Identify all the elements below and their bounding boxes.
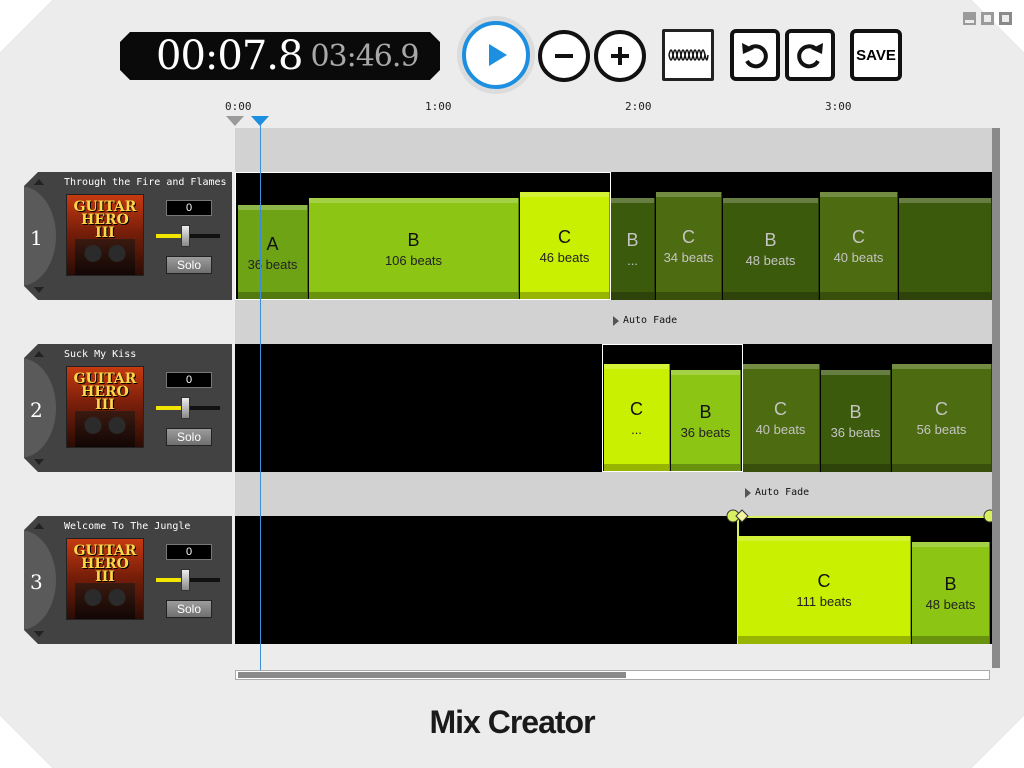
minimize-icon[interactable] [963, 12, 976, 25]
segment[interactable]: C 111 beats [738, 536, 911, 644]
save-button[interactable]: SAVE [850, 29, 902, 81]
waveform-icon [668, 49, 709, 61]
fade-handle-icon[interactable] [726, 508, 750, 524]
segment[interactable]: C 34 beats [656, 192, 722, 300]
auto-fade-2[interactable]: Auto Fade [745, 487, 809, 498]
track-up-icon[interactable] [34, 523, 44, 529]
plus-icon [611, 47, 629, 65]
waveform-button[interactable] [662, 29, 714, 81]
slider-handle[interactable] [180, 225, 190, 247]
undo-button[interactable] [730, 29, 780, 81]
segment[interactable]: C... [604, 364, 670, 472]
slider-handle[interactable] [180, 397, 190, 419]
album-cover: GUITAR HERO III [66, 366, 144, 448]
maximize-icon[interactable] [981, 12, 994, 25]
auto-fade-1[interactable]: Auto Fade [613, 315, 677, 326]
minus-icon [555, 54, 573, 58]
volume-value: 0 [166, 372, 212, 388]
fade-arrow-icon [613, 315, 619, 326]
time-display: 00:07.8 03:46.9 [120, 32, 440, 80]
album-cover: GUITAR HERO III [66, 194, 144, 276]
track-name: Through the Fire and Flames [64, 177, 227, 188]
cover-logo: GUITAR HERO III [73, 371, 137, 413]
track-down-icon[interactable] [34, 287, 44, 293]
track-up-icon[interactable] [34, 351, 44, 357]
track-up-icon[interactable] [34, 179, 44, 185]
segment[interactable] [899, 198, 992, 300]
zoom-out-button[interactable] [538, 30, 590, 82]
zoom-in-button[interactable] [594, 30, 646, 82]
volume-value: 0 [166, 200, 212, 216]
volume-slider[interactable] [156, 397, 220, 419]
current-time: 00:07.8 [156, 33, 303, 79]
segment[interactable]: B 48 beats [912, 542, 990, 644]
volume-slider[interactable] [156, 569, 220, 591]
play-icon [489, 44, 507, 66]
segment[interactable]: B 36 beats [671, 370, 741, 472]
segment[interactable]: C 40 beats [820, 192, 898, 300]
segment[interactable]: C 40 beats [742, 364, 820, 472]
segment[interactable]: B 36 beats [821, 370, 891, 472]
redo-button[interactable] [785, 29, 835, 81]
segment[interactable]: C 46 beats [520, 192, 610, 300]
track-lane-2: C... B 36 beats C 40 beats B 36 beats C 56 b… [235, 344, 992, 472]
close-icon[interactable] [999, 12, 1012, 25]
cover-logo: GUITAR HERO III [73, 543, 137, 585]
segment[interactable]: B 48 beats [723, 198, 819, 300]
track-number: 3 [30, 570, 43, 594]
start-marker[interactable] [226, 116, 244, 126]
playhead-line[interactable] [260, 124, 261, 672]
track-name: Welcome To The Jungle [64, 521, 191, 532]
track-down-icon[interactable] [34, 459, 44, 465]
volume-slider[interactable] [156, 225, 220, 247]
horizontal-scrollbar[interactable] [235, 670, 990, 680]
track-number: 1 [30, 226, 43, 250]
slider-handle[interactable] [180, 569, 190, 591]
track-header-3: 3 Welcome To The Jungle GUITAR HERO III … [24, 516, 232, 644]
app-title: Mix Creator [429, 704, 595, 740]
album-cover: GUITAR HERO III [66, 538, 144, 620]
window-controls [963, 12, 1012, 25]
fade-arrow-icon [745, 487, 751, 498]
solo-button[interactable]: Solo [166, 256, 212, 274]
play-button[interactable] [462, 21, 530, 89]
redo-icon [797, 43, 823, 69]
track-header-1: 1 Through the Fire and Flames GUITAR HER… [24, 172, 232, 300]
ruler-tick: 1:00 [425, 100, 452, 113]
segment[interactable]: A 36 beats [238, 205, 308, 300]
track-name: Suck My Kiss [64, 349, 137, 360]
undo-icon [742, 43, 768, 69]
total-time: 03:46.9 [310, 38, 419, 74]
ruler-tick: 0:00 [225, 100, 252, 113]
track-number: 2 [30, 398, 43, 422]
segment[interactable]: B... [611, 198, 655, 300]
cover-logo: GUITAR HERO III [73, 199, 137, 241]
solo-button[interactable]: Solo [166, 428, 212, 446]
track-lane-1: A 36 beats B 106 beats C 46 beats B... C 34 … [235, 172, 992, 300]
solo-button[interactable]: Solo [166, 600, 212, 618]
scrollbar-thumb[interactable] [238, 672, 626, 678]
ruler-tick: 2:00 [625, 100, 652, 113]
ruler-tick: 3:00 [825, 100, 852, 113]
volume-value: 0 [166, 544, 212, 560]
track-header-2: 2 Suck My Kiss GUITAR HERO III 0 Solo [24, 344, 232, 472]
segment[interactable]: C 56 beats [892, 364, 992, 472]
vertical-scrollbar[interactable] [992, 128, 1000, 668]
segment[interactable]: B 106 beats [309, 198, 519, 300]
track-down-icon[interactable] [34, 631, 44, 637]
track-lane-3: C 111 beats B 48 beats [235, 516, 992, 644]
